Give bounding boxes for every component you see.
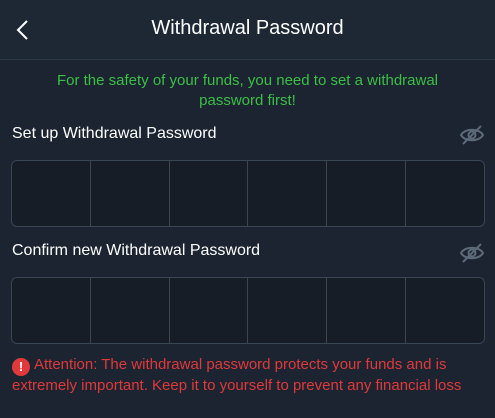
toggle-visibility-confirm-button[interactable] [459, 242, 485, 264]
pin-cell[interactable] [12, 278, 91, 343]
attention-message: ! Attention: The withdrawal password prot… [12, 355, 483, 395]
pin-cell[interactable] [12, 161, 91, 226]
pin-cell[interactable] [248, 278, 328, 343]
page-title: Withdrawal Password [151, 17, 344, 39]
pin-cell[interactable] [406, 278, 484, 343]
pin-cell[interactable] [406, 161, 484, 226]
pin-cell[interactable] [248, 161, 328, 226]
eye-off-icon [459, 243, 485, 263]
safety-notice: For the safety of your funds, you need t… [56, 72, 439, 109]
exclamation-circle-icon: ! [12, 358, 30, 376]
pin-cell[interactable] [327, 278, 407, 343]
pin-cell[interactable] [327, 161, 407, 226]
top-bar: Withdrawal Password [0, 0, 495, 60]
eye-off-icon [459, 125, 485, 145]
attention-text: Attention: The withdrawal password prote… [12, 356, 462, 394]
pin-cell[interactable] [91, 161, 170, 226]
confirm-password-input[interactable] [11, 277, 485, 344]
pin-cell[interactable] [170, 161, 249, 226]
setup-password-label: Set up Withdrawal Password [12, 125, 217, 142]
pin-cell[interactable] [170, 278, 249, 343]
confirm-password-label: Confirm new Withdrawal Password [12, 242, 261, 259]
pin-cell[interactable] [91, 278, 170, 343]
setup-password-input[interactable] [11, 160, 485, 227]
toggle-visibility-setup-button[interactable] [459, 124, 485, 146]
